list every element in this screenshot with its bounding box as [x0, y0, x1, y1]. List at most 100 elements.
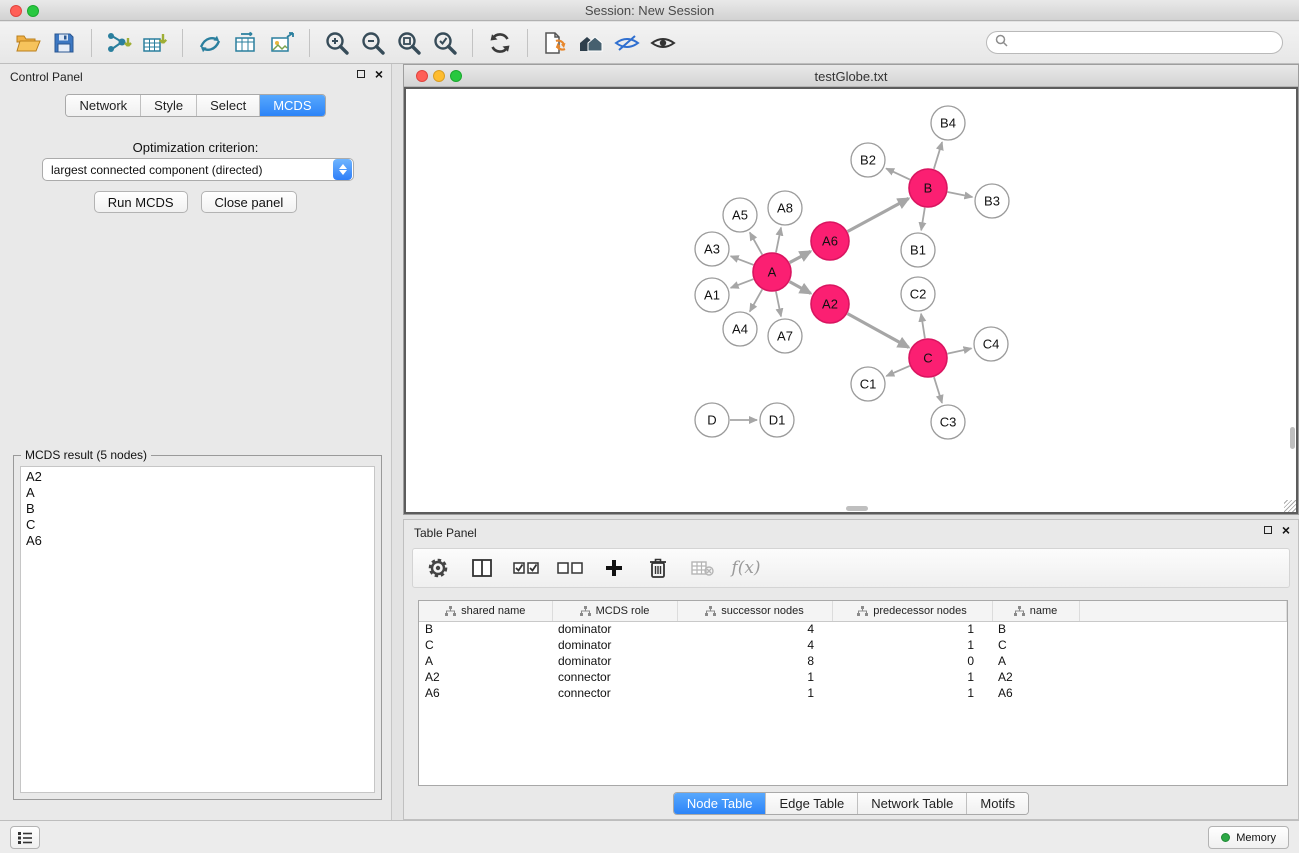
vertical-scrollbar[interactable]	[1289, 89, 1296, 512]
mcds-result-item[interactable]: C	[21, 517, 374, 533]
column-header-mcds-role[interactable]: MCDS role	[552, 601, 677, 621]
table-row[interactable]: A6connector11A6	[419, 685, 1287, 701]
home-icon[interactable]	[573, 26, 609, 60]
import-table-icon[interactable]	[137, 26, 173, 60]
graph-edge[interactable]	[934, 142, 942, 169]
tab-motifs[interactable]: Motifs	[967, 793, 1028, 814]
table-cell[interactable]: 4	[677, 637, 832, 653]
select-all-checkbox-icon[interactable]	[511, 553, 541, 583]
tab-edge-table[interactable]: Edge Table	[766, 793, 858, 814]
tab-node-table[interactable]: Node Table	[674, 793, 767, 814]
float-panel-icon[interactable]	[357, 70, 365, 78]
mcds-result-list[interactable]: A2ABCA6	[20, 466, 375, 793]
graph-edge[interactable]	[790, 251, 811, 262]
zoom-in-icon[interactable]	[319, 26, 355, 60]
table-row[interactable]: Bdominator41B	[419, 621, 1287, 637]
function-builder-icon[interactable]: f(x)	[731, 553, 761, 583]
graph-edge[interactable]	[848, 314, 909, 348]
mcds-result-item[interactable]: A	[21, 485, 374, 501]
hide-graphics-details-icon[interactable]	[609, 26, 645, 60]
save-session-icon[interactable]	[46, 26, 82, 60]
graph-edge[interactable]	[790, 282, 811, 294]
network-graph[interactable]: B4B2BB3A5A8A6A3B1AA1C2A2A4A7C4CC1C3DD1	[406, 89, 1290, 508]
export-image-icon[interactable]	[264, 26, 300, 60]
table-cell[interactable]: connector	[552, 685, 677, 701]
delete-table-icon[interactable]	[687, 553, 717, 583]
run-mcds-button[interactable]: Run MCDS	[94, 191, 188, 213]
table-cell[interactable]: C	[419, 637, 552, 653]
search-input[interactable]	[1013, 35, 1274, 51]
graph-edge[interactable]	[921, 208, 925, 231]
column-header-predecessor-nodes[interactable]: predecessor nodes	[832, 601, 992, 621]
graph-edge[interactable]	[776, 228, 781, 253]
close-panel-icon[interactable]: ×	[375, 69, 383, 79]
graph-edge[interactable]	[750, 289, 762, 311]
graph-edge[interactable]	[776, 292, 781, 317]
node-table-container[interactable]: shared name MCDS role successor nodes pr…	[418, 600, 1288, 786]
graph-edge[interactable]	[886, 366, 909, 376]
show-graphics-details-icon[interactable]	[645, 26, 681, 60]
network-canvas[interactable]: B4B2BB3A5A8A6A3B1AA1C2A2A4A7C4CC1C3DD1	[404, 87, 1298, 514]
table-cell[interactable]: C	[992, 637, 1079, 653]
resize-grip-icon[interactable]	[1284, 500, 1296, 512]
close-table-panel-icon[interactable]: ×	[1282, 525, 1290, 535]
table-cell[interactable]: 0	[832, 653, 992, 669]
horizontal-scroll-thumb[interactable]	[846, 506, 868, 511]
table-cell[interactable]: 4	[677, 621, 832, 637]
deselect-all-checkbox-icon[interactable]	[555, 553, 585, 583]
column-header-successor-nodes[interactable]: successor nodes	[677, 601, 832, 621]
open-folder-icon[interactable]	[10, 26, 46, 60]
memory-button[interactable]: Memory	[1208, 826, 1289, 849]
tab-select[interactable]: Select	[197, 95, 260, 116]
table-cell[interactable]: 1	[677, 685, 832, 701]
table-cell[interactable]: 8	[677, 653, 832, 669]
export-table-icon[interactable]	[228, 26, 264, 60]
show-panels-button[interactable]	[10, 826, 40, 849]
table-cell[interactable]: A2	[419, 669, 552, 685]
table-cell[interactable]: A	[992, 653, 1079, 669]
graph-edge[interactable]	[948, 192, 973, 197]
graph-edge[interactable]	[731, 279, 754, 288]
tab-style[interactable]: Style	[141, 95, 197, 116]
zoom-out-icon[interactable]	[355, 26, 391, 60]
table-cell[interactable]: dominator	[552, 621, 677, 637]
document-cycle-icon[interactable]	[537, 26, 573, 60]
table-cell[interactable]: A6	[992, 685, 1079, 701]
graph-edge[interactable]	[731, 256, 754, 265]
table-cell[interactable]: 1	[832, 637, 992, 653]
refresh-icon[interactable]	[482, 26, 518, 60]
tab-network-table[interactable]: Network Table	[858, 793, 967, 814]
tab-mcds[interactable]: MCDS	[260, 95, 324, 116]
network-window-titlebar[interactable]: testGlobe.txt	[404, 65, 1298, 87]
table-cell[interactable]: 1	[677, 669, 832, 685]
graph-edge[interactable]	[886, 168, 910, 179]
optimization-criterion-select[interactable]: largest connected component (directed)	[42, 158, 354, 181]
toolbar-search[interactable]	[986, 31, 1283, 54]
network-transform-icon[interactable]	[192, 26, 228, 60]
table-cell[interactable]: B	[419, 621, 552, 637]
graph-edge[interactable]	[750, 232, 762, 254]
table-row[interactable]: Adominator80A	[419, 653, 1287, 669]
column-header-name[interactable]: name	[992, 601, 1079, 621]
graph-edge[interactable]	[848, 198, 909, 231]
table-cell[interactable]: 1	[832, 685, 992, 701]
table-cell[interactable]: connector	[552, 669, 677, 685]
table-cell[interactable]: A6	[419, 685, 552, 701]
table-cell[interactable]: dominator	[552, 653, 677, 669]
graph-edge[interactable]	[921, 314, 925, 338]
table-cell[interactable]: B	[992, 621, 1079, 637]
tab-network[interactable]: Network	[66, 95, 141, 116]
float-table-panel-icon[interactable]	[1264, 526, 1272, 534]
gear-icon[interactable]	[423, 553, 453, 583]
graph-edge[interactable]	[948, 348, 972, 353]
trash-icon[interactable]	[643, 553, 673, 583]
mcds-result-item[interactable]: A6	[21, 533, 374, 549]
table-cell[interactable]: 1	[832, 669, 992, 685]
vertical-scroll-thumb[interactable]	[1290, 427, 1295, 449]
graph-edge[interactable]	[934, 377, 942, 403]
zoom-fit-icon[interactable]	[391, 26, 427, 60]
table-row[interactable]: Cdominator41C	[419, 637, 1287, 653]
add-row-icon[interactable]	[599, 553, 629, 583]
column-icon[interactable]	[467, 553, 497, 583]
horizontal-scrollbar[interactable]	[406, 505, 1288, 512]
